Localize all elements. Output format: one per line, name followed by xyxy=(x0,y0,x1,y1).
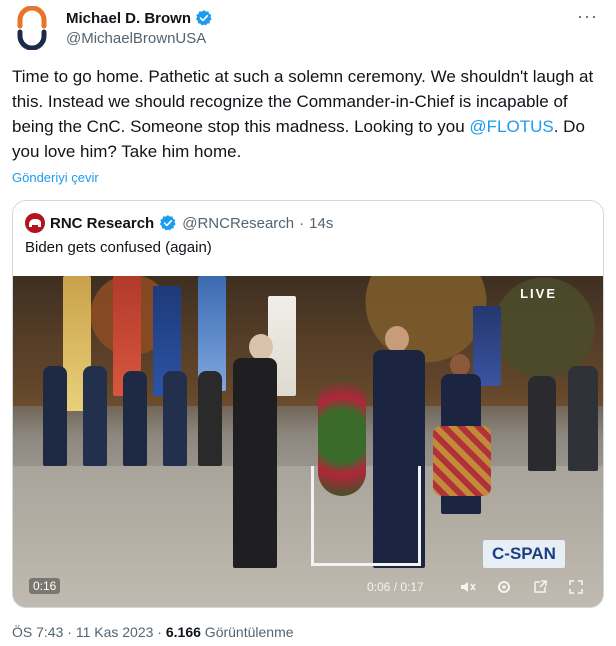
mention-link[interactable]: @FLOTUS xyxy=(469,117,553,136)
flag xyxy=(473,306,501,386)
video-player-time: 0:06 / 0:17 xyxy=(367,580,424,594)
tweet-text: Time to go home. Pathetic at such a sole… xyxy=(12,64,602,164)
main-figure-head xyxy=(249,334,273,360)
background-soldier xyxy=(83,366,107,466)
quote-timestamp[interactable]: 14s xyxy=(309,215,333,232)
background-soldier xyxy=(43,366,67,466)
external-link-icon[interactable] xyxy=(531,578,549,596)
more-dots-icon[interactable]: ··· xyxy=(577,6,598,27)
drum xyxy=(433,426,491,496)
background-soldier xyxy=(123,371,147,466)
views-count: 6.166 xyxy=(165,624,201,640)
quote-separator: · xyxy=(299,214,305,232)
quote-verified-badge-icon xyxy=(159,214,177,232)
wreath-stand xyxy=(311,466,421,566)
video-elapsed-time: 0:16 xyxy=(29,578,61,594)
video-player[interactable]: LIVE C-SPAN 0:16 0:06 / 0:17 xyxy=(13,276,603,607)
settings-gear-icon[interactable] xyxy=(495,578,513,596)
video-ground xyxy=(13,466,603,607)
author-name[interactable]: Michael D. Brown xyxy=(66,10,191,27)
quote-author-handle[interactable]: @RNCResearch xyxy=(182,215,294,232)
drummer-head xyxy=(450,354,470,376)
tweet-date[interactable]: 11 Kas 2023 xyxy=(76,624,154,640)
meta-separator: · xyxy=(153,624,166,640)
verified-badge-icon xyxy=(195,9,213,27)
quote-avatar[interactable] xyxy=(25,213,45,233)
background-person xyxy=(568,366,598,471)
quote-header: RNC Research @RNCResearch · 14s xyxy=(25,213,333,233)
views-label: Görüntülenme xyxy=(200,624,294,640)
tweet-time[interactable]: ÖS 7:43 xyxy=(12,624,63,640)
author-block: Michael D. Brown @MichaelBrownUSA xyxy=(66,8,213,47)
author-handle[interactable]: @MichaelBrownUSA xyxy=(66,30,213,47)
cspan-logo: C-SPAN xyxy=(483,540,565,568)
soldier-head xyxy=(385,326,409,352)
background-soldier xyxy=(163,371,187,466)
main-figure xyxy=(233,358,277,568)
background-soldier xyxy=(198,371,222,466)
live-label: LIVE xyxy=(520,286,557,301)
background-person xyxy=(528,376,556,471)
tweet-meta: ÖS 7:43 · 11 Kas 2023 · 6.166 Görüntülen… xyxy=(12,624,294,640)
mute-icon[interactable] xyxy=(459,578,477,596)
quote-text: Biden gets confused (again) xyxy=(25,239,212,256)
fullscreen-icon[interactable] xyxy=(567,578,585,596)
author-name-row[interactable]: Michael D. Brown xyxy=(66,8,213,28)
quote-author-name[interactable]: RNC Research xyxy=(50,215,154,232)
translate-link[interactable]: Gönderiyi çevir xyxy=(12,170,99,185)
meta-separator: · xyxy=(63,624,76,640)
author-avatar[interactable] xyxy=(14,5,50,51)
quoted-tweet[interactable]: RNC Research @RNCResearch · 14s Biden ge… xyxy=(12,200,604,608)
